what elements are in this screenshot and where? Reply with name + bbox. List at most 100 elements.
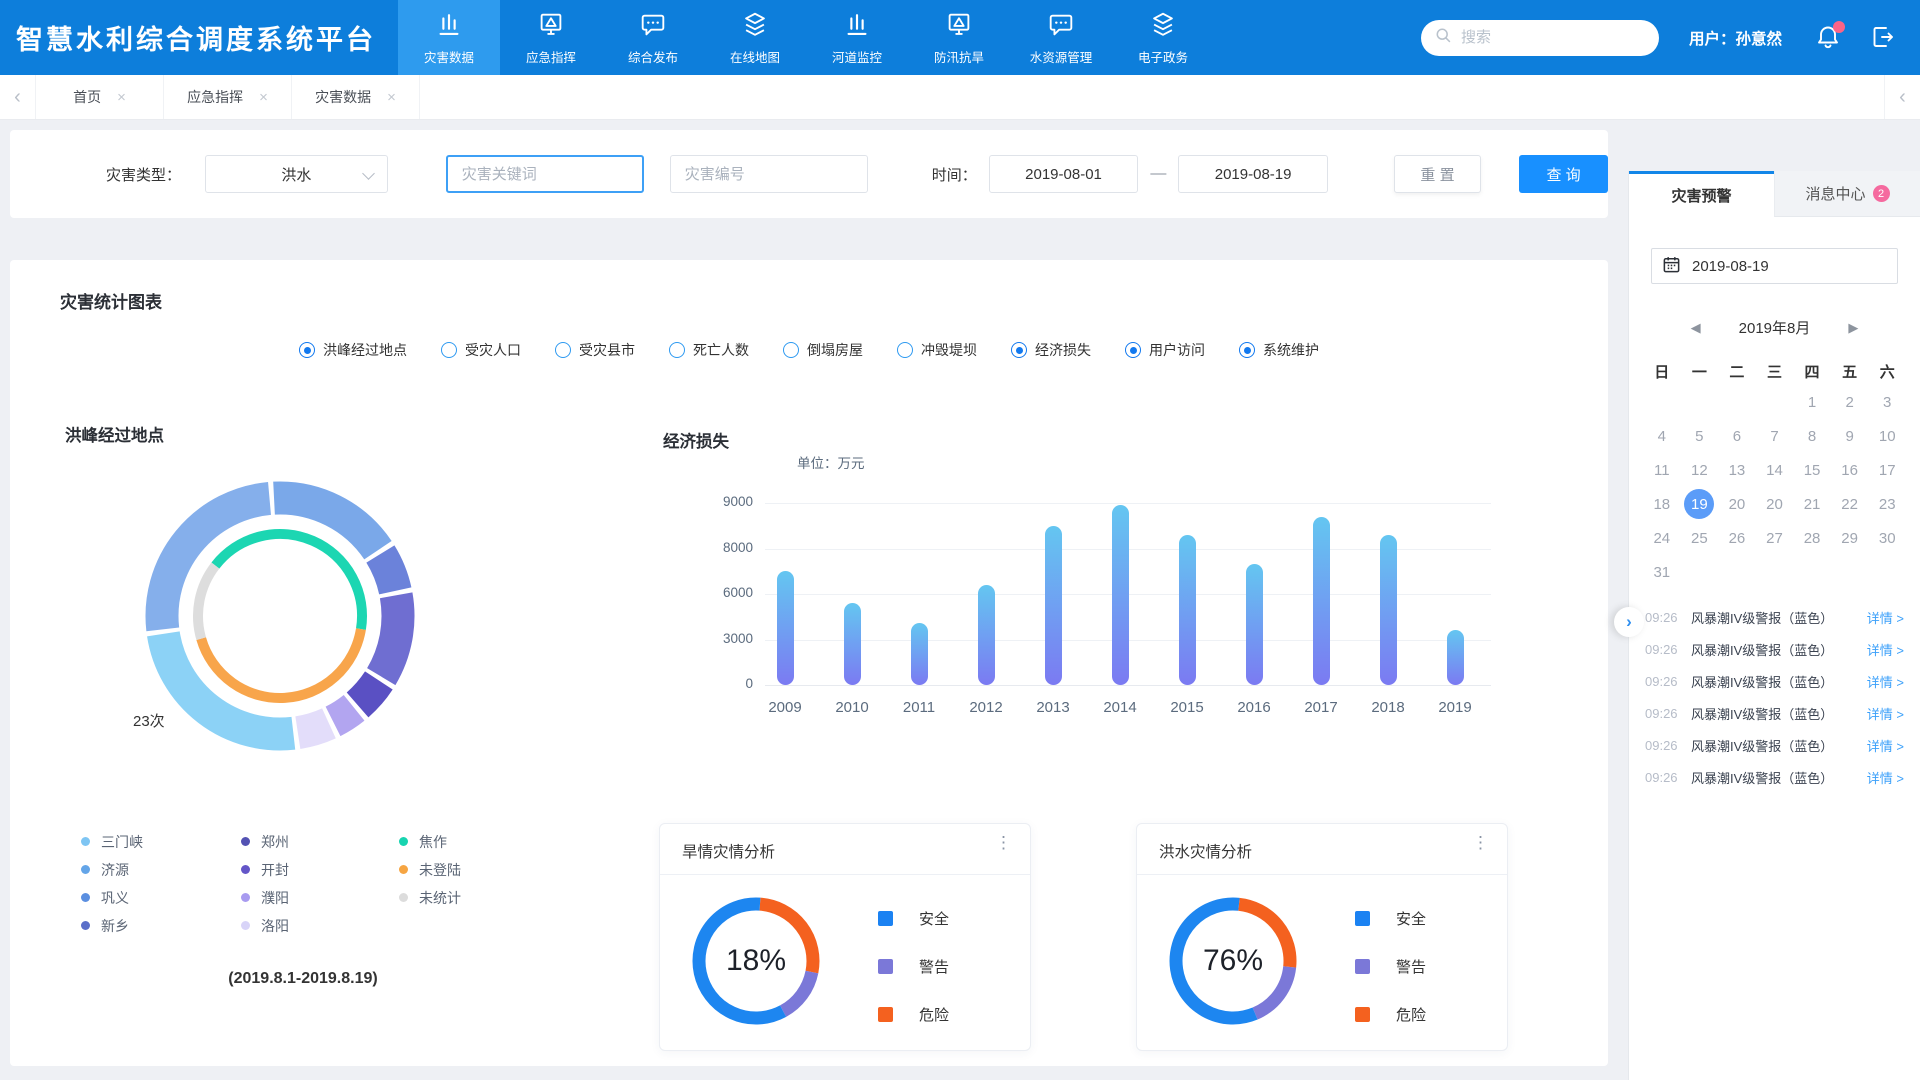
bar-2009[interactable]: [777, 571, 794, 685]
calendar-day-7[interactable]: 7: [1756, 419, 1794, 453]
legend-item-未登陆[interactable]: 未登陆: [399, 860, 529, 879]
calendar-day-20[interactable]: 20: [1756, 487, 1794, 521]
alert-detail-link[interactable]: 详情 >: [1867, 736, 1904, 755]
calendar-day-31[interactable]: 31: [1643, 555, 1681, 589]
sidebar-collapse-icon[interactable]: ›: [1614, 607, 1644, 637]
date-start-input[interactable]: 2019-08-01: [989, 155, 1139, 193]
metric-radio-冲毁堤坝[interactable]: 冲毁堤坝: [897, 340, 977, 360]
legend-item-济源[interactable]: 济源: [81, 860, 241, 879]
sidebar-date-input[interactable]: 2019-08-19: [1651, 248, 1898, 284]
nav-item-emergency[interactable]: 应急指挥: [500, 0, 602, 75]
nav-item-online-map[interactable]: 在线地图: [704, 0, 806, 75]
legend-item-新乡[interactable]: 新乡: [81, 916, 241, 935]
logout-icon[interactable]: [1870, 24, 1898, 52]
legend-item-三门峡[interactable]: 三门峡: [81, 832, 241, 851]
date-end-input[interactable]: 2019-08-19: [1178, 155, 1328, 193]
nav-item-flood-control[interactable]: 防汛抗旱: [908, 0, 1010, 75]
calendar-day-6[interactable]: 6: [1718, 419, 1756, 453]
metric-radio-死亡人数[interactable]: 死亡人数: [669, 340, 749, 360]
calendar-day-29[interactable]: 29: [1831, 521, 1869, 555]
calendar-day-19[interactable]: 19: [1681, 487, 1719, 521]
calendar-day-5[interactable]: 5: [1681, 419, 1719, 453]
calendar-day-13[interactable]: 13: [1718, 453, 1756, 487]
nav-item-e-government[interactable]: 电子政务: [1112, 0, 1214, 75]
calendar-day-28[interactable]: 28: [1793, 521, 1831, 555]
alert-detail-link[interactable]: 详情 >: [1867, 640, 1904, 659]
alert-detail-link[interactable]: 详情 >: [1867, 704, 1904, 723]
alert-detail-link[interactable]: 详情 >: [1867, 768, 1904, 787]
legend-item-开封[interactable]: 开封: [241, 860, 399, 879]
calendar-day-14[interactable]: 14: [1756, 453, 1794, 487]
calendar-day-11[interactable]: 11: [1643, 453, 1681, 487]
calendar-day-10[interactable]: 10: [1868, 419, 1906, 453]
legend-item-郑州[interactable]: 郑州: [241, 832, 399, 851]
nav-item-water-resources[interactable]: 水资源管理: [1010, 0, 1112, 75]
disaster-type-select[interactable]: 洪水: [205, 155, 388, 193]
calendar-day-24[interactable]: 24: [1643, 521, 1681, 555]
calendar-prev-icon[interactable]: ◀: [1691, 320, 1701, 336]
metric-radio-受灾县市[interactable]: 受灾县市: [555, 340, 635, 360]
bar-2016[interactable]: [1246, 564, 1263, 685]
more-menu-icon[interactable]: ⋮: [1472, 834, 1489, 853]
calendar-next-icon[interactable]: ▶: [1848, 320, 1858, 336]
close-icon[interactable]: ×: [387, 89, 396, 106]
metric-radio-用户访问[interactable]: 用户访问: [1125, 340, 1205, 360]
close-icon[interactable]: ×: [259, 89, 268, 106]
tab-message-center[interactable]: 消息中心 2: [1774, 171, 1920, 217]
calendar-day-23[interactable]: 23: [1868, 487, 1906, 521]
notification-bell-icon[interactable]: [1814, 23, 1844, 53]
calendar-day-4[interactable]: 4: [1643, 419, 1681, 453]
bar-2015[interactable]: [1179, 535, 1196, 685]
tab-disaster-warning[interactable]: 灾害预警: [1629, 171, 1774, 217]
calendar-day-26[interactable]: 26: [1718, 521, 1756, 555]
legend-item-濮阳[interactable]: 濮阳: [241, 888, 399, 907]
more-menu-icon[interactable]: ⋮: [995, 834, 1012, 853]
calendar-day-3[interactable]: 3: [1868, 385, 1906, 419]
reset-button[interactable]: 重 置: [1394, 155, 1481, 193]
bar-2011[interactable]: [911, 623, 928, 685]
alert-detail-link[interactable]: 详情 >: [1867, 672, 1904, 691]
calendar-day-9[interactable]: 9: [1831, 419, 1869, 453]
query-button[interactable]: 查 询: [1519, 155, 1608, 193]
calendar-day-15[interactable]: 15: [1793, 453, 1831, 487]
metric-radio-倒塌房屋[interactable]: 倒塌房屋: [783, 340, 863, 360]
calendar-day-1[interactable]: 1: [1793, 385, 1831, 419]
page-tab-home[interactable]: 首页×: [36, 75, 164, 119]
bar-2017[interactable]: [1313, 517, 1330, 685]
metric-radio-受灾人口[interactable]: 受灾人口: [441, 340, 521, 360]
tabs-scroll-right-icon[interactable]: ‹: [1884, 75, 1920, 119]
tabs-scroll-left-icon[interactable]: ‹: [0, 75, 36, 119]
search-input[interactable]: [1461, 29, 1645, 46]
disaster-keyword-input[interactable]: [446, 155, 644, 193]
calendar-day-27[interactable]: 27: [1756, 521, 1794, 555]
legend-item-巩义[interactable]: 巩义: [81, 888, 241, 907]
legend-item-焦作[interactable]: 焦作: [399, 832, 529, 851]
calendar-day-18[interactable]: 18: [1643, 487, 1681, 521]
legend-item-洛阳[interactable]: 洛阳: [241, 916, 399, 935]
calendar-day-8[interactable]: 8: [1793, 419, 1831, 453]
calendar-day-21[interactable]: 21: [1793, 487, 1831, 521]
calendar-day-2[interactable]: 2: [1831, 385, 1869, 419]
bar-2014[interactable]: [1112, 505, 1129, 685]
calendar-day-22[interactable]: 22: [1831, 487, 1869, 521]
metric-radio-洪峰经过地点[interactable]: 洪峰经过地点: [299, 340, 407, 360]
disaster-code-input[interactable]: [670, 155, 868, 193]
bar-2018[interactable]: [1380, 535, 1397, 685]
alert-detail-link[interactable]: 详情 >: [1867, 608, 1904, 627]
calendar-day-30[interactable]: 30: [1868, 521, 1906, 555]
bar-2010[interactable]: [844, 603, 861, 685]
nav-item-publish[interactable]: 综合发布: [602, 0, 704, 75]
calendar-day-12[interactable]: 12: [1681, 453, 1719, 487]
calendar-day-25[interactable]: 25: [1681, 521, 1719, 555]
nav-item-disaster-data[interactable]: 灾害数据: [398, 0, 500, 75]
bar-2013[interactable]: [1045, 526, 1062, 685]
metric-radio-系统维护[interactable]: 系统维护: [1239, 340, 1319, 360]
bar-2019[interactable]: [1447, 630, 1464, 685]
page-tab-emergency[interactable]: 应急指挥×: [164, 75, 292, 119]
page-tab-disaster-data[interactable]: 灾害数据×: [292, 75, 420, 119]
calendar-day-20[interactable]: 20: [1718, 487, 1756, 521]
close-icon[interactable]: ×: [117, 89, 126, 106]
calendar-day-17[interactable]: 17: [1868, 453, 1906, 487]
bar-2012[interactable]: [978, 585, 995, 685]
calendar-day-16[interactable]: 16: [1831, 453, 1869, 487]
